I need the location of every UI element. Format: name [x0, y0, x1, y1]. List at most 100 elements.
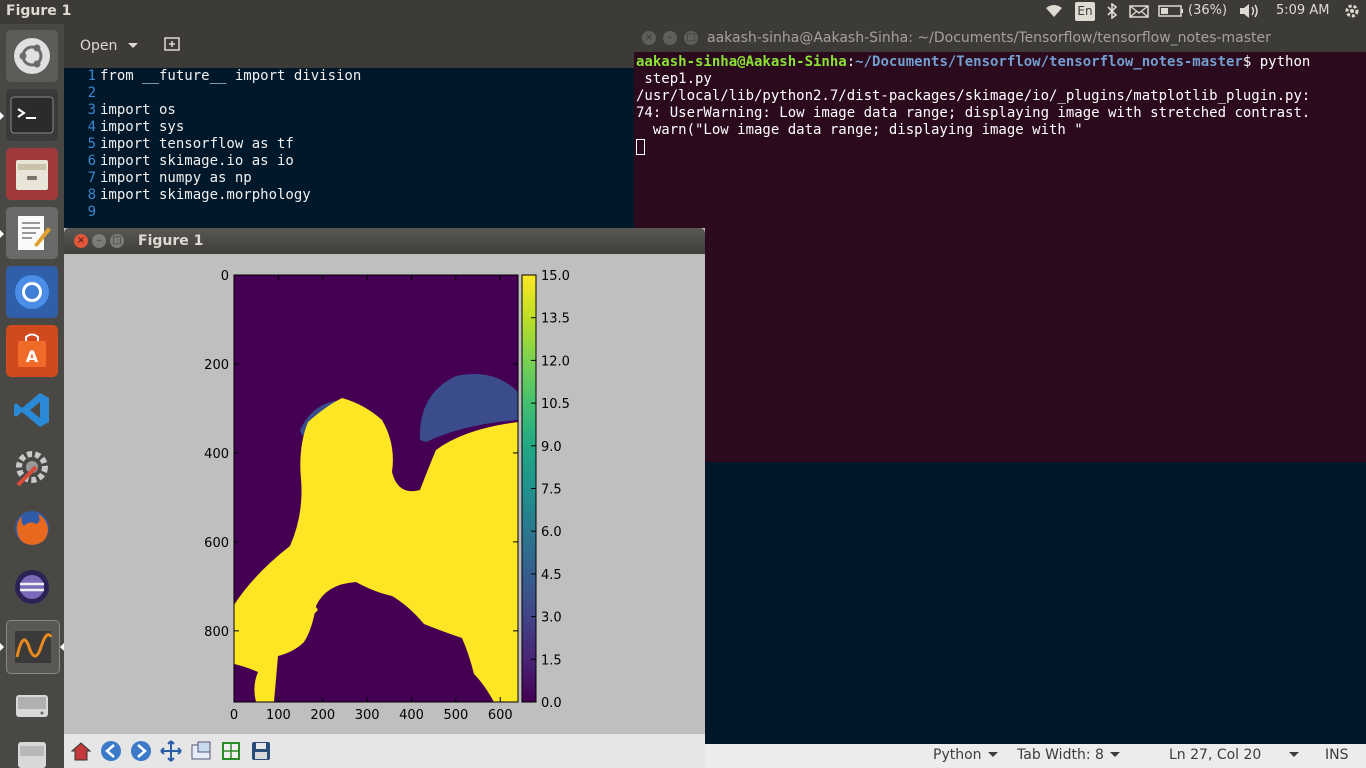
chevron-down-icon: [127, 43, 138, 48]
figure-titlebar: × – □ Figure 1: [64, 228, 705, 254]
line-number: 4: [87, 119, 96, 135]
language-selector[interactable]: Python: [933, 747, 998, 763]
x-tick-label: 500: [443, 708, 468, 723]
trash-icon[interactable]: [6, 738, 58, 768]
tab-width-selector[interactable]: Tab Width: 8: [1017, 747, 1120, 763]
code-line: import os: [100, 102, 176, 118]
terminal-window[interactable]: × – □ aakash-sinha@Aakash-Sinha: ~/Docum…: [634, 24, 1366, 462]
terminal-title: aakash-sinha@Aakash-Sinha: ~/Documents/T…: [707, 30, 1271, 46]
chromium-icon[interactable]: [6, 266, 58, 318]
heatmap-plot[interactable]: 0 100 200 300 400 500 600 0 200 400 600 800 0.0 1.5…: [64, 254, 705, 734]
zoom-icon[interactable]: [188, 738, 214, 764]
maximize-icon[interactable]: □: [684, 31, 698, 45]
y-tick-label: 800: [204, 625, 229, 640]
x-tick-label: 300: [355, 708, 380, 723]
colorbar-tick-label: 0.0: [541, 696, 562, 711]
terminal-icon[interactable]: [6, 89, 58, 141]
open-button-label: Open: [80, 38, 118, 54]
ubuntu-dash-icon[interactable]: [6, 30, 58, 82]
maximize-icon[interactable]: □: [110, 234, 124, 248]
y-tick-label: 0: [221, 269, 229, 284]
line-number: 5: [87, 136, 96, 152]
figure-window[interactable]: × – □ Figure 1 0 100 200 300 400 500 600…: [64, 228, 705, 768]
launcher: A: [0, 24, 64, 768]
subplots-icon[interactable]: [218, 738, 244, 764]
home-icon[interactable]: [68, 738, 94, 764]
editor-statusbar: Python Tab Width: 8 Ln 27, Col 20 INS: [705, 744, 1366, 768]
system-settings-icon[interactable]: [6, 443, 58, 495]
cursor-position-label: Ln 27, Col 20: [1169, 747, 1262, 763]
line-number: 1: [87, 68, 96, 84]
power-gear-icon[interactable]: [1344, 3, 1360, 23]
text-editor-icon[interactable]: [6, 207, 58, 259]
code-line: import skimage.morphology: [100, 187, 311, 203]
insert-mode-indicator: INS: [1325, 747, 1349, 763]
code-editor[interactable]: 1 from __future__ import division 2 3 import…: [64, 68, 634, 228]
minimize-icon[interactable]: –: [92, 234, 106, 248]
software-center-icon[interactable]: A: [6, 325, 58, 377]
y-tick-label: 200: [204, 358, 229, 373]
code-line: import tensorflow as tf: [100, 136, 294, 152]
line-number: 7: [87, 170, 96, 186]
editor-running-indicator: [0, 230, 4, 238]
editor-toolbar: Open: [64, 24, 634, 68]
colorbar-tick-label: 3.0: [541, 611, 562, 626]
heatmap-image: [234, 275, 518, 702]
output-line: /usr/local/lib/python2.7/dist-packages/s…: [636, 88, 1311, 104]
close-icon[interactable]: ×: [642, 31, 656, 45]
save-icon[interactable]: [248, 738, 274, 764]
typed-command-2: step1.py: [636, 71, 712, 87]
x-tick-label: 600: [488, 708, 513, 723]
pan-icon[interactable]: [158, 738, 184, 764]
colorbar-tick-label: 10.5: [541, 397, 570, 412]
terminal-output[interactable]: aakash-sinha@Aakash-Sinha:~/Documents/Te…: [636, 54, 1364, 156]
svg-text:A: A: [26, 347, 39, 366]
minimize-icon[interactable]: –: [663, 31, 677, 45]
top-panel: Figure 1 En (36%) 5:09 AM: [0, 0, 1366, 24]
x-tick-label: 0: [230, 708, 238, 723]
vscode-icon[interactable]: [6, 384, 58, 436]
files-icon[interactable]: [6, 148, 58, 200]
line-number: 2: [87, 85, 96, 101]
colorbar-tick-label: 15.0: [541, 269, 570, 284]
open-button[interactable]: Open: [72, 32, 138, 60]
typed-command-1: $ python: [1242, 54, 1311, 70]
prompt-colon: :: [846, 54, 856, 70]
prompt-path: ~/Documents/Tensorflow/tensorflow_notes-…: [855, 54, 1243, 70]
close-icon[interactable]: ×: [74, 234, 88, 248]
wifi-icon[interactable]: [1044, 3, 1064, 23]
code-line: import sys: [100, 119, 185, 135]
oscilloscope-icon[interactable]: [6, 620, 60, 674]
clock[interactable]: 5:09 AM: [1276, 3, 1329, 18]
active-window-title: Figure 1: [6, 3, 72, 19]
output-line: 74: UserWarning: Low image data range; d…: [636, 105, 1311, 121]
mail-icon[interactable]: [1129, 3, 1149, 23]
y-tick-label: 400: [204, 447, 229, 462]
chevron-down-icon: [987, 752, 998, 757]
colorbar-tick-label: 13.5: [541, 312, 570, 327]
forward-icon[interactable]: [128, 738, 154, 764]
colorbar-tick-label: 6.0: [541, 525, 562, 540]
prompt-user: aakash-sinha@Aakash-Sinha: [636, 54, 847, 70]
terminal-titlebar: × – □ aakash-sinha@Aakash-Sinha: ~/Docum…: [634, 24, 1366, 52]
back-icon[interactable]: [98, 738, 124, 764]
firefox-icon[interactable]: [6, 502, 58, 554]
chevron-down-icon: [1109, 752, 1120, 757]
disk-icon[interactable]: [6, 679, 58, 731]
colorbar-tick-label: 9.0: [541, 440, 562, 455]
battery-percentage: (36%): [1188, 3, 1228, 18]
volume-icon[interactable]: [1238, 3, 1260, 23]
line-number: 6: [87, 153, 96, 169]
battery-icon[interactable]: [1158, 3, 1184, 23]
cursor-position-selector[interactable]: Ln 27, Col 20: [1169, 747, 1300, 763]
bluetooth-icon[interactable]: [1106, 2, 1118, 23]
output-line: warn("Low image data range; displaying i…: [636, 122, 1083, 138]
x-tick-label: 100: [266, 708, 291, 723]
keyboard-layout-indicator[interactable]: En: [1075, 2, 1095, 21]
code-line: import numpy as np: [100, 170, 252, 186]
code-line: import skimage.io as io: [100, 153, 294, 169]
new-tab-button[interactable]: [164, 36, 186, 56]
language-label: Python: [933, 747, 982, 763]
x-tick-label: 200: [310, 708, 335, 723]
eclipse-icon[interactable]: [6, 561, 58, 613]
